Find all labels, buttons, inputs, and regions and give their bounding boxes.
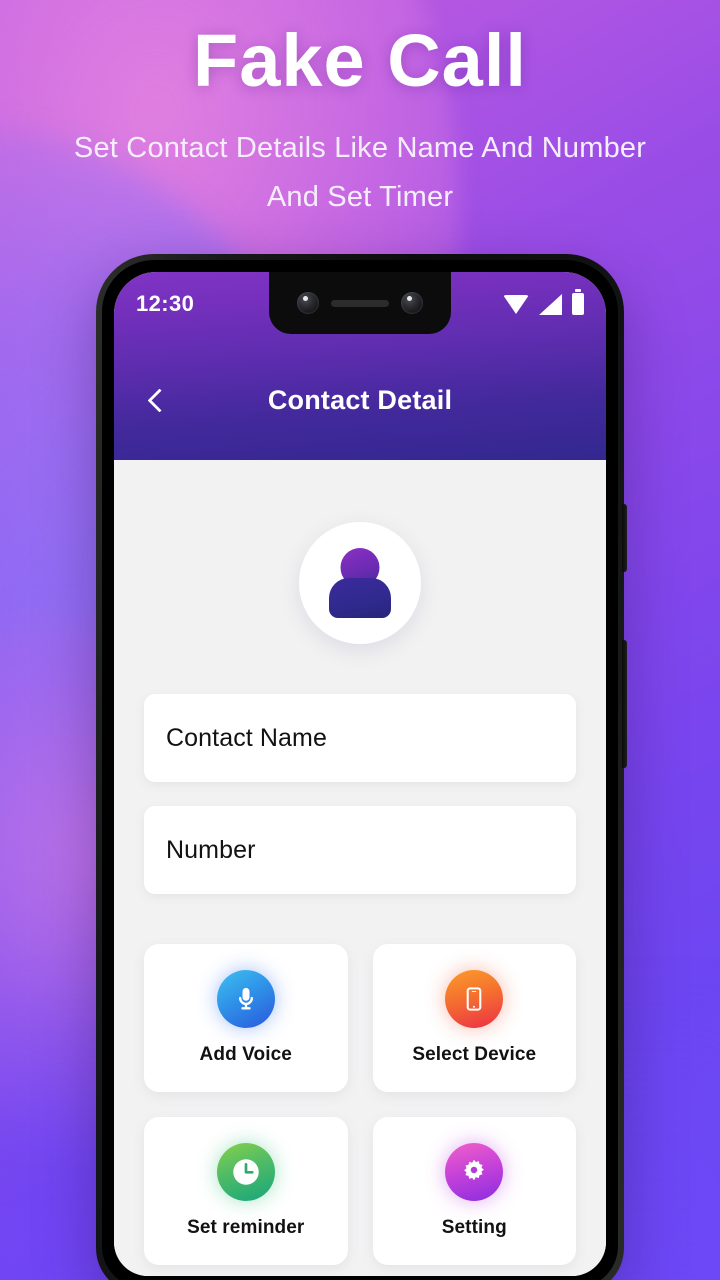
chevron-left-icon: [147, 387, 172, 413]
gear-icon: [445, 1143, 504, 1201]
front-camera-icon: [297, 292, 319, 314]
promo-headings: Fake Call Set Contact Details Like Name …: [0, 0, 720, 221]
add-voice-tile[interactable]: Add Voice: [144, 944, 348, 1092]
contact-name-input[interactable]: Contact Name: [144, 694, 576, 782]
phone-mockup: 12:30 Contact Detail Contact Name Number…: [96, 254, 627, 1280]
action-tile-grid: Add Voice Select Device Set reminder Set…: [114, 918, 606, 1265]
status-bar: 12:30: [114, 272, 606, 340]
number-input[interactable]: Number: [144, 806, 576, 894]
signal-icon: [539, 293, 562, 315]
select-device-label: Select Device: [412, 1044, 537, 1065]
person-avatar-icon-body: [329, 578, 391, 618]
phone-power-button[interactable]: [622, 504, 627, 572]
back-button[interactable]: [134, 377, 180, 423]
form-fields: Contact Name Number: [114, 644, 606, 894]
promo-title: Fake Call: [193, 19, 527, 102]
avatar-container: [114, 460, 606, 644]
contact-name-value: Contact Name: [166, 723, 327, 752]
phone-screen: 12:30 Contact Detail Contact Name Number…: [114, 272, 606, 1276]
add-voice-label: Add Voice: [199, 1044, 292, 1065]
earpiece-speaker: [331, 299, 389, 307]
smartphone-icon: [445, 970, 504, 1028]
setting-tile[interactable]: Setting: [372, 1117, 576, 1265]
front-camera-secondary-icon: [401, 292, 423, 314]
promo-screenshot: Fake Call Set Contact Details Like Name …: [0, 0, 720, 1280]
set-reminder-tile[interactable]: Set reminder: [144, 1117, 348, 1265]
phone-volume-button[interactable]: [622, 640, 627, 768]
set-reminder-label: Set reminder: [187, 1217, 305, 1238]
status-icon-group: [503, 289, 584, 315]
status-clock: 12:30: [136, 291, 195, 316]
app-bar: 12:30 Contact Detail: [114, 272, 606, 460]
battery-icon: [572, 289, 584, 315]
phone-notch: [269, 272, 451, 334]
number-value: Number: [166, 835, 256, 864]
page-title: Contact Detail: [267, 384, 453, 415]
screen-content: Contact Name Number Add Voice Select Dev…: [114, 460, 606, 1276]
app-bar-row: Contact Detail: [114, 340, 606, 460]
setting-label: Setting: [441, 1217, 507, 1238]
wifi-icon: [503, 294, 529, 314]
microphone-icon: [216, 970, 275, 1028]
select-device-tile[interactable]: Select Device: [372, 944, 576, 1092]
clock-icon: [216, 1143, 275, 1201]
promo-subtitle: Set Contact Details Like Name And Number…: [73, 132, 647, 213]
avatar[interactable]: [299, 522, 421, 644]
